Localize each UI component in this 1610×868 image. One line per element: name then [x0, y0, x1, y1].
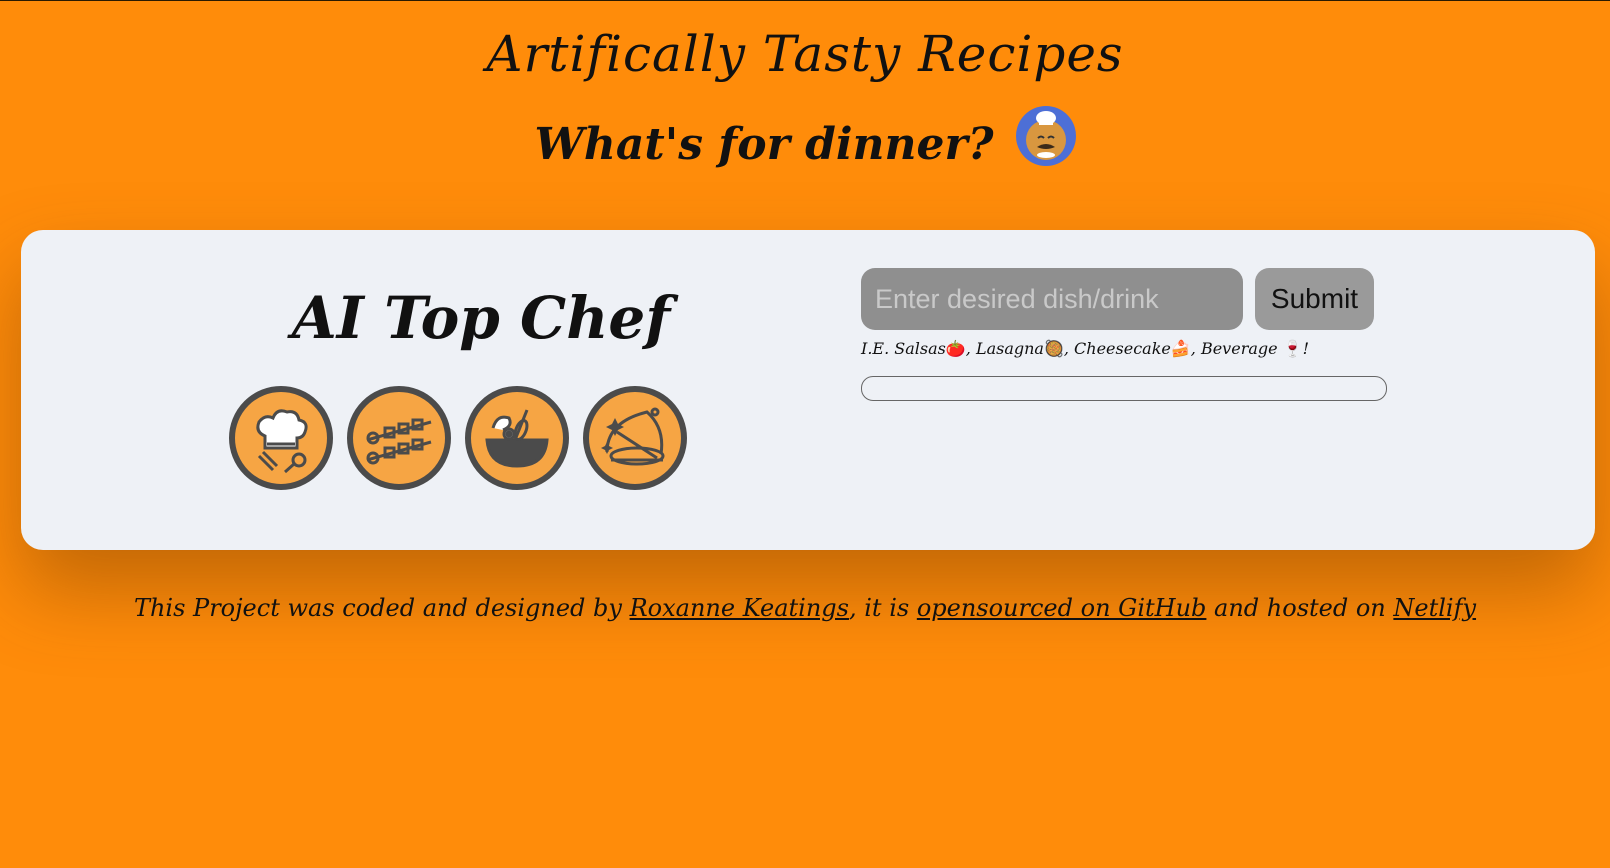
- hint-lasagna: , Lasagna: [965, 339, 1044, 358]
- subtitle-row: What's for dinner?: [0, 106, 1610, 175]
- recipe-card: AI Top Chef Enter desired dish/drink Sub…: [21, 230, 1595, 550]
- example-hint: I.E. Salsas🍅, Lasagna🥘, Cheesecake🍰, Bev…: [861, 338, 1391, 360]
- mixing-bowl-icon: [465, 386, 569, 490]
- hint-prefix: I.E. Salsas: [861, 339, 946, 358]
- paella-icon: 🥘: [1043, 339, 1064, 358]
- recipe-form: Submit I.E. Salsas🍅, Lasagna🥘, Cheesecak…: [861, 268, 1391, 401]
- chef-hat-utensils-icon: [229, 386, 333, 490]
- page-header: Artifically Tasty Recipes What's for din…: [0, 1, 1610, 175]
- footer-text-2: , it is: [848, 594, 917, 622]
- author-link[interactable]: Roxanne Keatings: [630, 594, 849, 622]
- dish-input[interactable]: [861, 268, 1243, 330]
- serving-platter-icon: [583, 386, 687, 490]
- footer-text-3: and hosted on: [1206, 594, 1394, 622]
- tomato-icon: 🍅: [945, 339, 966, 358]
- github-link[interactable]: opensourced on GitHub: [917, 594, 1207, 622]
- page-subtitle: What's for dinner?: [534, 119, 994, 170]
- footer-text-1: This Project was coded and designed by: [133, 594, 630, 622]
- chef-avatar-icon: [1015, 106, 1076, 166]
- hint-suffix: !: [1302, 339, 1310, 358]
- result-output: [861, 376, 1387, 401]
- site-title: Artifically Tasty Recipes: [486, 25, 1124, 83]
- netlify-link[interactable]: Netlify: [1393, 594, 1476, 622]
- card-title: AI Top Chef: [291, 284, 671, 352]
- skewers-icon: [347, 386, 451, 490]
- hint-beverage: , Beverage: [1190, 339, 1283, 358]
- submit-button[interactable]: Submit: [1255, 268, 1374, 330]
- food-icon-row: [229, 386, 687, 490]
- cake-icon: 🍰: [1170, 339, 1191, 358]
- wine-glass-icon: 🍷: [1282, 339, 1303, 358]
- input-row: Submit: [861, 268, 1391, 330]
- card-branding: AI Top Chef: [21, 230, 901, 550]
- hint-cheesecake: , Cheesecake: [1063, 339, 1171, 358]
- footer: This Project was coded and designed by R…: [0, 591, 1610, 625]
